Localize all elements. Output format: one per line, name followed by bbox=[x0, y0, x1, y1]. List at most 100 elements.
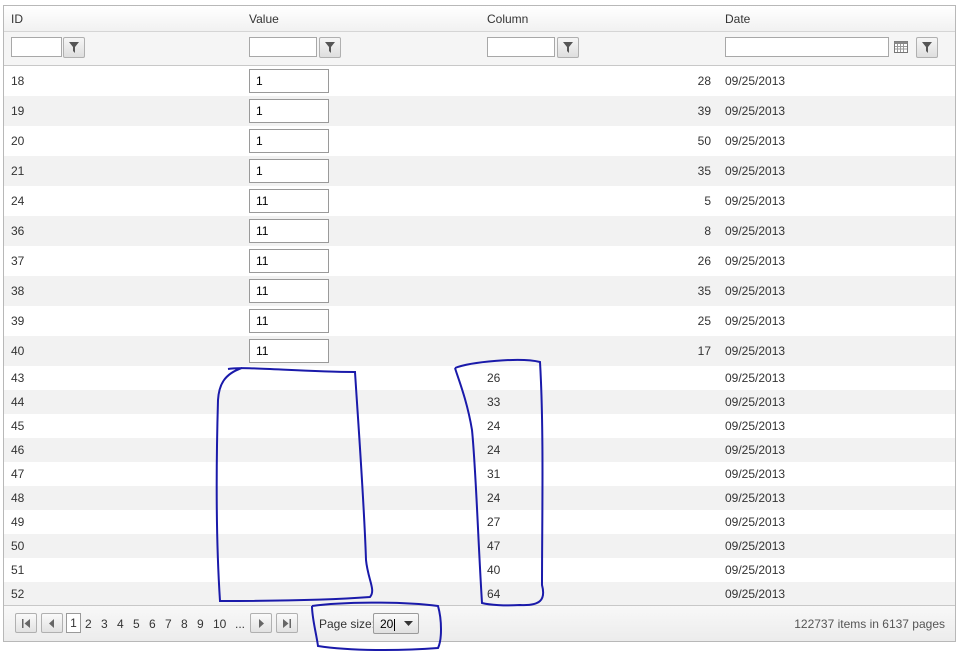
value-filter-input[interactable] bbox=[249, 37, 317, 57]
page-link-10[interactable]: 10 bbox=[213, 617, 226, 631]
id-cell: 24 bbox=[11, 194, 25, 208]
table-row[interactable]: 45 24 09/25/2013 bbox=[4, 414, 955, 438]
page-link-2[interactable]: 2 bbox=[85, 617, 92, 631]
value-input[interactable] bbox=[249, 189, 329, 213]
prev-page-button[interactable] bbox=[41, 613, 63, 633]
date-filter-button[interactable] bbox=[916, 37, 938, 58]
column-filter-input[interactable] bbox=[487, 37, 555, 57]
id-cell: 50 bbox=[11, 539, 25, 553]
date-cell: 09/25/2013 bbox=[725, 395, 786, 409]
id-cell: 38 bbox=[11, 284, 25, 298]
grid-header: ID Value Column Date bbox=[4, 6, 955, 32]
date-cell: 09/25/2013 bbox=[725, 194, 786, 208]
value-input[interactable] bbox=[249, 159, 329, 183]
value-input[interactable] bbox=[249, 99, 329, 123]
value-input[interactable] bbox=[249, 279, 329, 303]
table-row[interactable]: 19 39 09/25/2013 bbox=[4, 96, 955, 126]
id-cell: 40 bbox=[11, 344, 25, 358]
page-link-5[interactable]: 5 bbox=[133, 617, 140, 631]
table-row[interactable]: 40 17 09/25/2013 bbox=[4, 336, 955, 366]
page-link-3[interactable]: 3 bbox=[101, 617, 108, 631]
id-cell: 52 bbox=[11, 587, 25, 601]
date-cell: 09/25/2013 bbox=[725, 371, 786, 385]
id-cell: 43 bbox=[11, 371, 25, 385]
prev-page-icon bbox=[49, 619, 54, 628]
page-link-more[interactable]: ... bbox=[235, 617, 245, 631]
table-row[interactable]: 46 24 09/25/2013 bbox=[4, 438, 955, 462]
value-input[interactable] bbox=[249, 339, 329, 363]
date-filter-input[interactable] bbox=[725, 37, 889, 57]
filter-icon bbox=[563, 42, 573, 53]
column-cell: 39 bbox=[697, 104, 711, 118]
value-input[interactable] bbox=[249, 219, 329, 243]
table-row[interactable]: 47 31 09/25/2013 bbox=[4, 462, 955, 486]
date-picker-button[interactable] bbox=[894, 41, 910, 55]
table-row[interactable]: 20 50 09/25/2013 bbox=[4, 126, 955, 156]
table-row[interactable]: 21 35 09/25/2013 bbox=[4, 156, 955, 186]
last-page-icon bbox=[283, 619, 291, 628]
id-cell: 49 bbox=[11, 515, 25, 529]
id-filter-input[interactable] bbox=[11, 37, 62, 57]
table-row[interactable]: 39 25 09/25/2013 bbox=[4, 306, 955, 336]
header-date[interactable]: Date bbox=[725, 12, 750, 26]
table-row[interactable]: 18 28 09/25/2013 bbox=[4, 66, 955, 96]
value-filter-button[interactable] bbox=[319, 37, 341, 58]
filter-icon bbox=[922, 42, 932, 53]
id-cell: 20 bbox=[11, 134, 25, 148]
date-cell: 09/25/2013 bbox=[725, 284, 786, 298]
table-row[interactable]: 44 33 09/25/2013 bbox=[4, 390, 955, 414]
page-size-label: Page size: bbox=[319, 617, 376, 631]
table-row[interactable]: 38 35 09/25/2013 bbox=[4, 276, 955, 306]
page-link-9[interactable]: 9 bbox=[197, 617, 204, 631]
id-cell: 48 bbox=[11, 491, 25, 505]
column-cell: 26 bbox=[697, 254, 711, 268]
column-cell: 28 bbox=[697, 74, 711, 88]
value-input[interactable] bbox=[249, 129, 329, 153]
id-cell: 21 bbox=[11, 164, 25, 178]
data-grid: ID Value Column Date 182809/25/20131 bbox=[3, 5, 956, 642]
page-size-select[interactable]: 20 bbox=[373, 613, 419, 634]
column-cell: 25 bbox=[697, 314, 711, 328]
last-page-button[interactable] bbox=[276, 613, 298, 633]
date-cell: 09/25/2013 bbox=[725, 539, 786, 553]
table-row[interactable]: 50 47 09/25/2013 bbox=[4, 534, 955, 558]
page-link-4[interactable]: 4 bbox=[117, 617, 124, 631]
first-page-button[interactable] bbox=[15, 613, 37, 633]
page-link-8[interactable]: 8 bbox=[181, 617, 188, 631]
id-filter-button[interactable] bbox=[63, 37, 85, 58]
table-row[interactable]: 43 26 09/25/2013 bbox=[4, 366, 955, 390]
header-column[interactable]: Column bbox=[487, 12, 528, 26]
date-cell: 09/25/2013 bbox=[725, 419, 786, 433]
next-page-button[interactable] bbox=[250, 613, 272, 633]
column-cell: 24 bbox=[487, 491, 501, 505]
table-row[interactable]: 49 27 09/25/2013 bbox=[4, 510, 955, 534]
table-row[interactable]: 37 26 09/25/2013 bbox=[4, 246, 955, 276]
date-cell: 09/25/2013 bbox=[725, 515, 786, 529]
filter-icon bbox=[325, 42, 335, 53]
date-cell: 09/25/2013 bbox=[725, 563, 786, 577]
filter-icon bbox=[69, 42, 79, 53]
page-size-value: 20 bbox=[380, 617, 394, 631]
id-cell: 19 bbox=[11, 104, 25, 118]
id-cell: 46 bbox=[11, 443, 25, 457]
date-cell: 09/25/2013 bbox=[725, 104, 786, 118]
first-page-icon bbox=[22, 619, 30, 628]
value-input[interactable] bbox=[249, 309, 329, 333]
header-id[interactable]: ID bbox=[11, 12, 23, 26]
column-cell: 24 bbox=[487, 443, 501, 457]
pager: 1 2 3 4 5 6 7 8 9 10 ... Page size: 20 1… bbox=[4, 605, 955, 641]
page-link-7[interactable]: 7 bbox=[165, 617, 172, 631]
table-row[interactable]: 52 64 09/25/2013 bbox=[4, 582, 955, 606]
column-filter-button[interactable] bbox=[557, 37, 579, 58]
value-input[interactable] bbox=[249, 69, 329, 93]
date-cell: 09/25/2013 bbox=[725, 467, 786, 481]
table-row[interactable]: 48 24 09/25/2013 bbox=[4, 486, 955, 510]
table-row[interactable]: 36 8 09/25/2013 bbox=[4, 216, 955, 246]
table-row[interactable]: 51 40 09/25/2013 bbox=[4, 558, 955, 582]
value-input[interactable] bbox=[249, 249, 329, 273]
page-link-6[interactable]: 6 bbox=[149, 617, 156, 631]
date-cell: 09/25/2013 bbox=[725, 74, 786, 88]
table-row[interactable]: 24 5 09/25/2013 bbox=[4, 186, 955, 216]
column-cell: 50 bbox=[697, 134, 711, 148]
header-value[interactable]: Value bbox=[249, 12, 279, 26]
